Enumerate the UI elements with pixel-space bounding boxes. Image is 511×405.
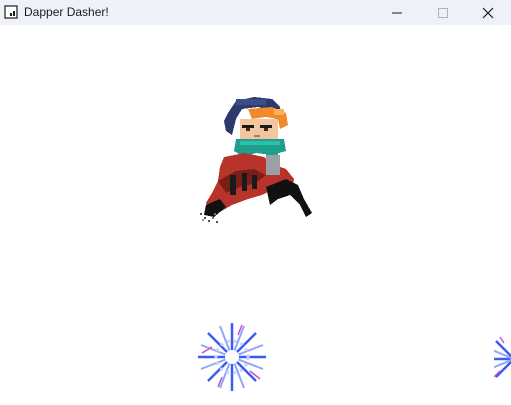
maximize-icon xyxy=(438,7,448,18)
nebula-hazard xyxy=(494,336,511,378)
minimize-button[interactable] xyxy=(374,0,420,25)
game-canvas[interactable] xyxy=(0,25,511,405)
close-icon xyxy=(482,7,494,18)
app-window-icon xyxy=(4,5,18,19)
title-bar[interactable]: Dapper Dasher! xyxy=(0,0,511,25)
minimize-icon xyxy=(392,12,402,13)
game-window: Dapper Dasher! xyxy=(0,0,511,405)
player-character xyxy=(200,97,312,223)
nebula-hazard xyxy=(198,323,266,391)
close-button[interactable] xyxy=(465,0,511,25)
maximize-button[interactable] xyxy=(420,0,466,25)
window-title: Dapper Dasher! xyxy=(24,5,109,19)
